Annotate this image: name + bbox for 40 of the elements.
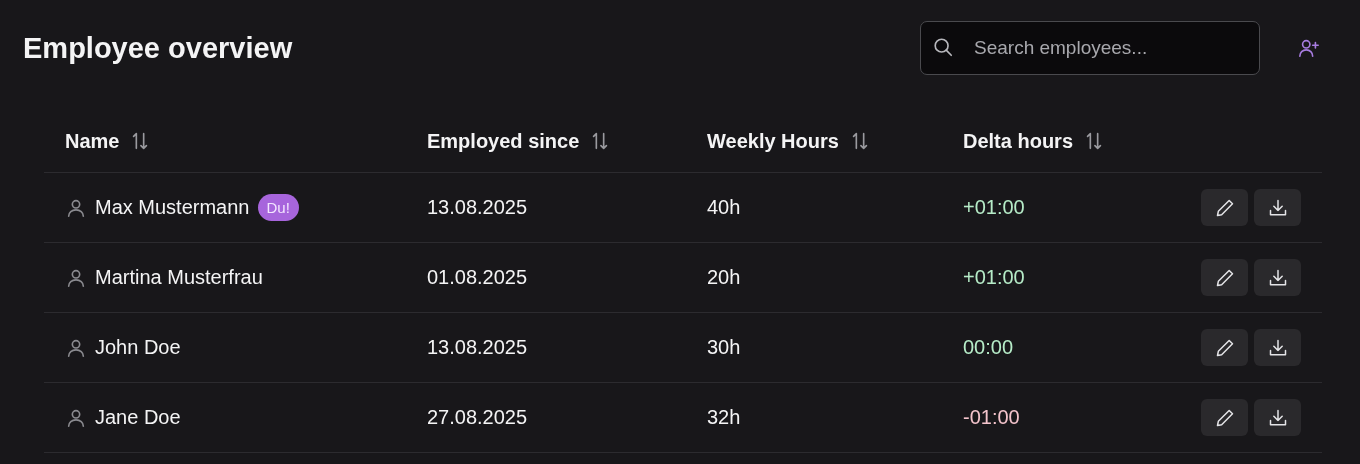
delta-hours: +01:00 [963,196,1025,219]
page-title: Employee overview [23,31,294,65]
download-button[interactable] [1254,329,1301,366]
delta-hours: +01:00 [963,266,1025,289]
employee-name: John Doe [95,336,181,359]
download-button[interactable] [1254,259,1301,296]
download-icon [1267,337,1288,358]
table-cell: 13.08.2025 [427,336,528,359]
column-header[interactable]: Employed since [427,129,580,153]
table-cell: 13.08.2025 [427,196,528,219]
pencil-icon [1214,267,1235,288]
edit-button[interactable] [1201,399,1248,436]
table-cell: 40h [707,196,741,219]
pencil-icon [1214,337,1235,358]
employee-name: Jane Doe [95,406,181,429]
table-cell: 01.08.2025 [427,266,528,289]
download-button[interactable] [1254,189,1301,226]
download-button[interactable] [1254,399,1301,436]
you-badge: Du! [257,194,299,221]
pencil-icon [1214,407,1235,428]
add-user-icon [1298,37,1320,59]
pencil-icon [1214,197,1235,218]
delta-hours: 00:00 [963,336,1014,359]
column-header[interactable]: Name [65,129,120,153]
table-cell: 32h [707,406,741,429]
search-field[interactable]: Search employees... [920,21,1260,75]
table-cell: 27.08.2025 [427,406,528,429]
column-header[interactable]: Delta hours [963,129,1074,153]
download-icon [1267,197,1288,218]
column-header[interactable]: Weekly Hours [707,129,839,153]
edit-button[interactable] [1201,189,1248,226]
edit-button[interactable] [1201,259,1248,296]
delta-hours: -01:00 [963,406,1020,429]
download-icon [1267,267,1288,288]
table-cell: 30h [707,336,741,359]
download-icon [1267,407,1288,428]
edit-button[interactable] [1201,329,1248,366]
employee-name: Max Mustermann [95,196,250,219]
employee-name: Martina Musterfrau [95,266,263,289]
table-cell: 20h [707,266,741,289]
